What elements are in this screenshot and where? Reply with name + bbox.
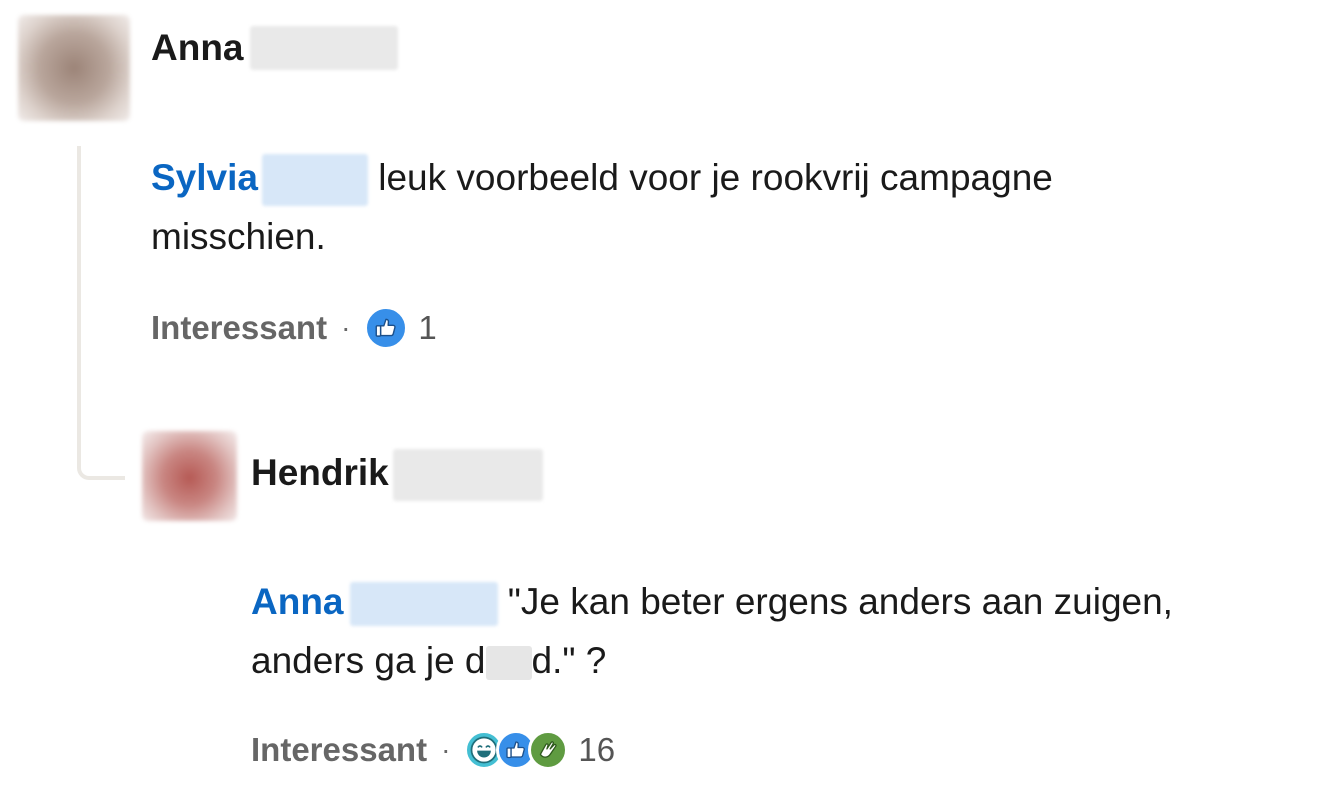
avatar[interactable]	[142, 431, 237, 521]
redacted-mention-surname	[261, 154, 368, 207]
comment-text-line: d." ?	[531, 640, 607, 681]
mention-link[interactable]: Sylvia	[151, 157, 258, 198]
interessant-button[interactable]: Interessant	[151, 308, 327, 348]
interessant-button[interactable]: Interessant	[251, 730, 427, 770]
thread-connector	[77, 146, 125, 480]
comment-body: Sylvia leuk voorbeeld voor je rookvrij c…	[151, 148, 1301, 266]
mention-link[interactable]: Anna	[251, 581, 344, 622]
comment-text-line: leuk voorbeeld voor je rookvrij campagne	[367, 157, 1053, 198]
comment-text-line: anders ga je d	[251, 640, 486, 681]
avatar[interactable]	[18, 15, 130, 121]
separator-dot: ·	[441, 734, 451, 765]
celebrate-icon	[528, 730, 569, 770]
comment-author[interactable]: Anna	[151, 26, 398, 70]
reaction-count[interactable]: 16	[578, 730, 615, 770]
author-first-name[interactable]: Anna	[151, 27, 244, 68]
reaction-count[interactable]: 1	[418, 308, 436, 348]
comment-actions: Interessant · 16	[251, 730, 615, 770]
redacted-word	[485, 646, 532, 681]
comment-text-line: misschien.	[151, 216, 326, 257]
reaction-icons[interactable]	[464, 730, 569, 770]
comment-text-line: "Je kan beter ergens anders aan zuigen,	[497, 581, 1173, 622]
redacted-surname	[392, 449, 543, 501]
like-icon[interactable]	[364, 306, 409, 350]
author-first-name[interactable]: Hendrik	[251, 452, 389, 493]
separator-dot: ·	[341, 312, 351, 343]
comment-author[interactable]: Hendrik	[251, 449, 543, 501]
redacted-surname	[249, 26, 398, 70]
comment-body: Anna "Je kan beter ergens anders aan zui…	[251, 572, 1321, 690]
redacted-mention-surname	[349, 582, 498, 627]
comment-actions: Interessant · 1	[151, 306, 437, 350]
